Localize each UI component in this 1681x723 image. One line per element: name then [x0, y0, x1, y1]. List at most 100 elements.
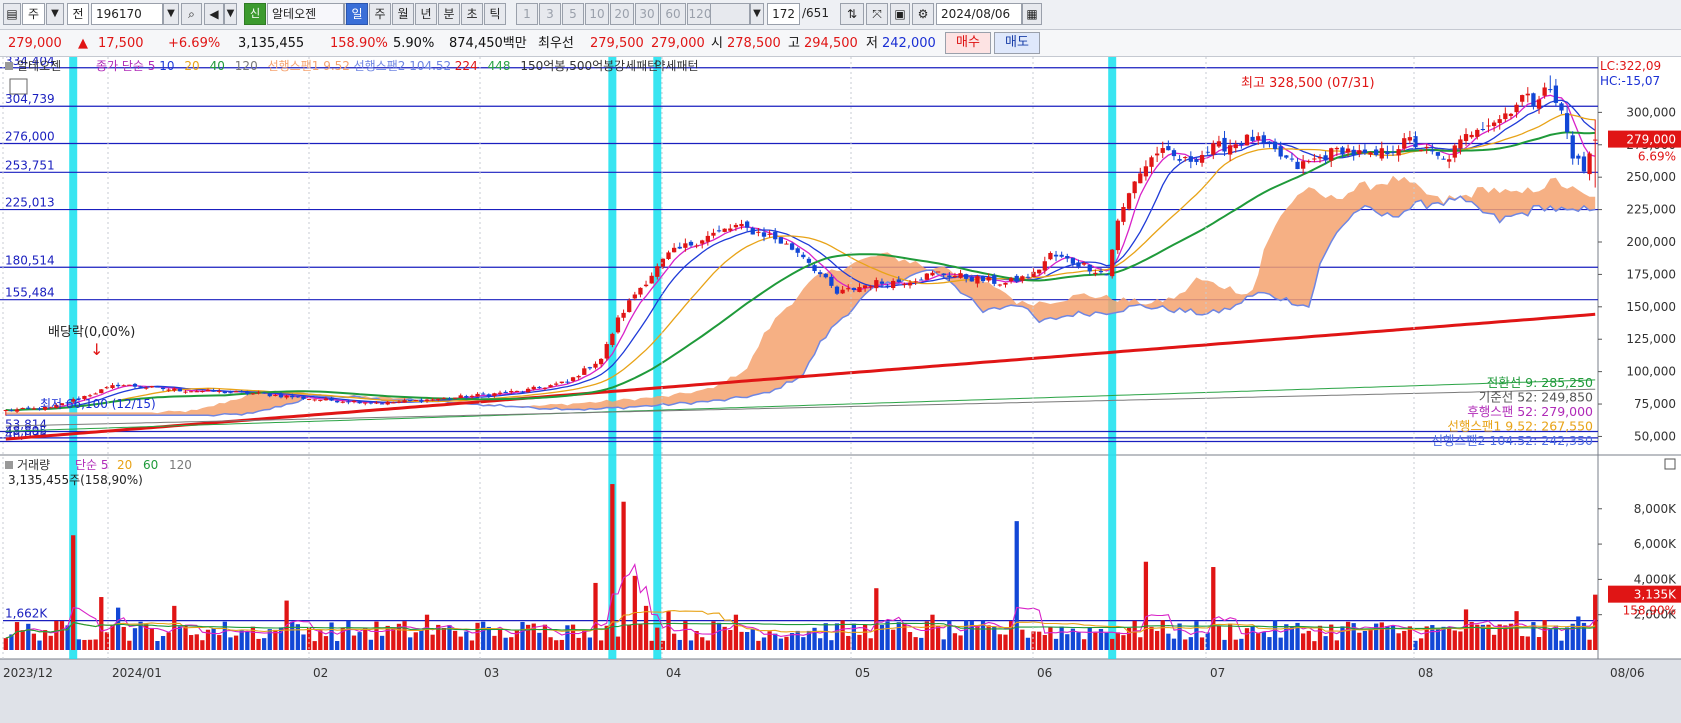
- speaker-icon[interactable]: ◀: [204, 3, 224, 25]
- candle-body-76: [430, 399, 435, 401]
- volume-bar-151: [851, 623, 856, 650]
- volume-bar-227: [1278, 637, 1283, 650]
- prefix-button[interactable]: 전: [67, 3, 89, 25]
- volume-bar-134: [756, 640, 761, 650]
- candle-tool-icon[interactable]: ⇅: [840, 3, 864, 25]
- calendar-icon[interactable]: ▦: [1022, 3, 1042, 25]
- candle-body-143: [806, 258, 812, 263]
- table-icon[interactable]: [9, 78, 28, 95]
- period-tab-4[interactable]: 분: [438, 3, 460, 25]
- code-dropdown-icon[interactable]: ▼: [163, 3, 179, 25]
- info-line-3: 선행스팬1 9.52: 267,550: [1447, 419, 1593, 434]
- period-tab-1[interactable]: 주: [369, 3, 391, 25]
- tick-button-60[interactable]: 60: [660, 3, 686, 25]
- candle-body-161: [907, 282, 913, 286]
- volume-bar-98: [554, 640, 559, 650]
- date-label-6: 06: [1037, 666, 1052, 680]
- candle-body-72: [408, 400, 413, 402]
- volume-bar-257: [1447, 627, 1452, 650]
- volume-bar-164: [924, 621, 929, 650]
- price-tick-label-6: 200,000: [1626, 235, 1676, 249]
- candle-body-37: [211, 390, 216, 392]
- candle-body-110: [621, 312, 626, 318]
- date-input[interactable]: 2024/08/06: [936, 3, 1022, 25]
- candle-body-136: [767, 233, 772, 235]
- close-icon[interactable]: [1664, 458, 1676, 470]
- blank-interval-field[interactable]: [710, 3, 750, 25]
- legend-item-3: 40: [210, 59, 225, 73]
- volume-bar-111: [627, 624, 632, 650]
- tick-button-5[interactable]: 5: [562, 3, 584, 25]
- volume-bar-17: [99, 597, 104, 650]
- period-main-select[interactable]: 주: [22, 3, 45, 25]
- candle-body-227: [1278, 146, 1283, 157]
- candle-body-131: [739, 223, 744, 227]
- candle-body-246: [1385, 151, 1390, 155]
- volume-bar-53: [301, 634, 306, 650]
- candle-body-184: [1037, 269, 1042, 274]
- price-change-pct: +6.69%: [168, 36, 221, 51]
- stock-code-input[interactable]: 196170: [91, 3, 163, 25]
- candle-body-199: [1121, 206, 1126, 222]
- candle-body-163: [919, 279, 924, 281]
- tick-button-20[interactable]: 20: [610, 3, 634, 25]
- volume-bar-126: [711, 621, 716, 650]
- volume-bar-177: [997, 634, 1003, 650]
- candle-body-55: [312, 399, 317, 401]
- interval-dropdown-icon[interactable]: ▼: [750, 3, 764, 25]
- volume-bar-233: [1312, 641, 1317, 650]
- period-tab-0[interactable]: 일: [346, 3, 368, 25]
- candle-body-168: [947, 275, 952, 278]
- bar-total-label: /651: [802, 6, 829, 20]
- candle-body-233: [1312, 158, 1317, 160]
- candle-body-94: [531, 386, 536, 390]
- trade-amount: 874,450백만: [449, 36, 527, 51]
- candle-body-100: [565, 381, 570, 383]
- candle-body-67: [379, 403, 385, 405]
- chart-menu-icon[interactable]: ▤: [3, 3, 21, 25]
- candle-body-172: [969, 277, 974, 282]
- last-price-label: 279,000: [1626, 133, 1676, 147]
- volume-bar-13: [76, 639, 81, 650]
- volume-bar-223: [1256, 633, 1261, 650]
- volume-bar-46: [262, 638, 267, 650]
- candle-body-232: [1306, 161, 1311, 163]
- candle-body-204: [1149, 157, 1154, 167]
- candle-body-19: [110, 385, 115, 389]
- candle-body-108: [610, 333, 615, 345]
- candle-body-169: [952, 275, 958, 278]
- search-icon[interactable]: ⌕: [181, 3, 202, 25]
- volume-bar-239: [1345, 621, 1351, 650]
- bar-count-input[interactable]: 172: [767, 3, 800, 25]
- candle-body-125: [705, 235, 710, 242]
- ref-line-label-3: 253,751: [5, 158, 55, 172]
- period-tab-5[interactable]: 초: [461, 3, 483, 25]
- period-tab-6[interactable]: 틱: [484, 3, 506, 25]
- gear-icon[interactable]: ⚙: [912, 3, 934, 25]
- candle-body-261: [1469, 134, 1474, 138]
- buy-button[interactable]: 매수: [945, 32, 991, 54]
- period-tab-2[interactable]: 월: [392, 3, 414, 25]
- dividend-arrow-icon: ↓: [90, 340, 103, 359]
- tick-button-1[interactable]: 1: [516, 3, 538, 25]
- volume-last-pct: 158,90%: [1623, 604, 1676, 618]
- save-icon[interactable]: ▣: [890, 3, 910, 25]
- sell-button[interactable]: 매도: [994, 32, 1040, 54]
- stock-name-field[interactable]: 알테오젠: [267, 3, 344, 25]
- date-label-2: 02: [313, 666, 328, 680]
- period-tab-3[interactable]: 년: [415, 3, 437, 25]
- price-tick-label-7: 225,000: [1626, 203, 1676, 217]
- candle-body-74: [419, 400, 424, 402]
- period-dropdown-icon[interactable]: ▼: [46, 3, 64, 25]
- volume-bar-188: [1059, 626, 1064, 650]
- candle-body-107: [604, 344, 609, 359]
- tick-button-10[interactable]: 10: [585, 3, 609, 25]
- candle-body-271: [1525, 93, 1530, 96]
- speaker-dropdown-icon[interactable]: ▼: [224, 3, 237, 25]
- stock-chart[interactable]: 334,404304,739276,000253,751225,013180,5…: [0, 57, 1681, 723]
- tick-button-30[interactable]: 30: [635, 3, 659, 25]
- tick-button-3[interactable]: 3: [539, 3, 561, 25]
- candle-body-33: [189, 391, 194, 393]
- pattern-tool-icon[interactable]: ⤧: [866, 3, 888, 25]
- candle-body-44: [250, 393, 256, 395]
